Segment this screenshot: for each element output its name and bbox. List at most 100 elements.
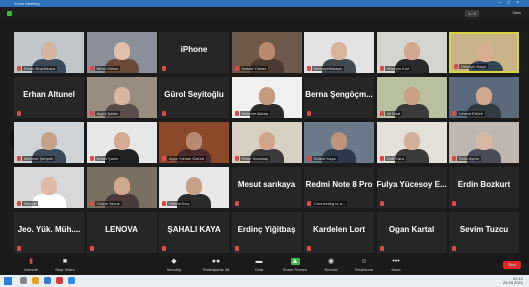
- participant-tile[interactable]: Nevzat: [14, 167, 84, 208]
- participant-name: Erdinç Yiğitbaş: [237, 225, 296, 234]
- participant-face: [258, 42, 275, 60]
- participant-tile[interactable]: Ali Ünal: [376, 77, 447, 118]
- reactions-label: Reactions: [355, 267, 373, 272]
- participant-tile[interactable]: Mehmet Akbaş: [231, 77, 302, 118]
- participant-tile[interactable]: Hasan Yılmaz: [231, 32, 302, 73]
- participant-label: Hasan Yılmaz: [239, 66, 269, 71]
- participant-tile[interactable]: Erdin Bozkurt: [449, 167, 519, 208]
- participant-tile[interactable]: Kardelen Lort: [304, 212, 374, 253]
- muted-microphone-icon: [234, 201, 239, 206]
- participant-name: Mesut sarıkaya: [237, 180, 296, 189]
- participant-tile[interactable]: Fulya Yücesoy E...: [376, 167, 447, 208]
- muted-microphone-icon: [89, 201, 94, 206]
- microphone-muted-icon: ▮: [29, 258, 33, 265]
- search-icon[interactable]: [20, 277, 27, 284]
- security-button[interactable]: ◆ Security: [161, 256, 187, 275]
- reactions-button[interactable]: ☺ Reactions: [350, 256, 378, 275]
- muted-microphone-icon: [17, 201, 21, 206]
- participant-tile[interactable]: Bülent Kaya: [304, 122, 374, 163]
- muted-microphone-icon: [17, 156, 21, 161]
- participant-tile[interactable]: LENOVA: [86, 212, 157, 253]
- participant-name: iPhone: [180, 45, 208, 54]
- participants-button[interactable]: ●● Participants 35: [200, 256, 232, 275]
- muted-microphone-icon: [162, 111, 166, 116]
- muted-microphone-icon: [452, 156, 456, 161]
- participant-tile[interactable]: Aygül Şahin: [86, 77, 157, 118]
- participant-tile[interactable]: Halil Kara: [376, 122, 447, 163]
- participant-tile[interactable]: Ömer Kocabaş: [231, 122, 302, 163]
- participant-face: [41, 132, 57, 150]
- participant-tile[interactable]: Erhan Altunel: [14, 77, 84, 118]
- unmute-button[interactable]: ▮ Unmute: [18, 256, 44, 275]
- end-meeting-button[interactable]: End: [503, 261, 521, 269]
- participant-tile[interactable]: Gülçin Yavuz: [86, 167, 157, 208]
- participant-label: Hüseyin Kurt: [384, 66, 412, 71]
- muted-microphone-icon: [162, 66, 166, 71]
- participant-tile[interactable]: Mehmet Şimşek: [14, 122, 84, 163]
- participant-label: Hüseyin Kaya: [459, 64, 488, 69]
- participant-tile[interactable]: İsmail Şahin: [86, 122, 157, 163]
- reactions-smiley-icon: ☺: [360, 258, 368, 265]
- participant-label: Bülent Kaya: [312, 156, 338, 161]
- record-button[interactable]: ◉ Record: [320, 256, 342, 275]
- participant-tile[interactable]: kemalçetinkaya: [304, 32, 374, 73]
- participant-label: Levent Ertürk: [457, 111, 485, 116]
- file-explorer-icon[interactable]: [32, 277, 39, 284]
- chat-button[interactable]: ▬ Chat: [248, 256, 270, 275]
- windows-start-icon[interactable]: [4, 277, 12, 285]
- share-screen-label: Share Screen: [282, 267, 308, 272]
- participant-face: [41, 42, 57, 60]
- shield-icon: ◆: [171, 258, 177, 265]
- participant-tile[interactable]: Ayşe Yılmaz Öztürk: [159, 122, 229, 163]
- participant-tile[interactable]: Hüseyin Kurt: [376, 32, 447, 73]
- participant-tile[interactable]: Redmi Note 8 Pro Connecting to a...: [304, 167, 374, 208]
- participant-face: [258, 87, 275, 105]
- participants-text: Participants: [202, 267, 224, 272]
- participant-name: Fulya Yücesoy E...: [376, 180, 447, 189]
- participant-tile[interactable]: Berna Şengöçm...: [304, 77, 374, 118]
- participant-face: [41, 177, 57, 195]
- edge-browser-icon[interactable]: [44, 277, 51, 284]
- window-controls[interactable]: –□×: [498, 0, 525, 7]
- more-button[interactable]: ••• More: [386, 256, 406, 275]
- share-screen-button[interactable]: ▲ Share Screen: [280, 256, 310, 275]
- muted-microphone-icon: [162, 201, 166, 206]
- muted-microphone-icon: [379, 201, 384, 206]
- window-titlebar: Zoom Meeting –□×: [0, 0, 529, 7]
- participant-tile[interactable]: Levent Ertürk: [449, 77, 519, 118]
- participant-tile[interactable]: ŞAHALI KAYA: [159, 212, 229, 253]
- page-indicator[interactable]: 1 / 2: [465, 10, 479, 17]
- muted-microphone-icon: [452, 246, 456, 251]
- muted-microphone-icon: [307, 66, 311, 71]
- participant-tile[interactable]: Ogan Kartal: [376, 212, 447, 253]
- participant-label: Gülçin Yavuz: [94, 201, 122, 206]
- participant-label: Halil Kara: [384, 156, 406, 161]
- more-label: More: [391, 267, 401, 272]
- participant-tile[interactable]: Jeo. Yük. Müh....: [14, 212, 84, 253]
- participant-tile[interactable]: Gürol Seyitoğlu: [159, 77, 229, 118]
- participant-tile[interactable]: Hüseyin Kaya: [449, 32, 519, 73]
- participant-tile[interactable]: Erdinç Yiğitbaş: [231, 212, 302, 253]
- participant-tile[interactable]: Nihal Göksu: [86, 32, 157, 73]
- participant-tile[interactable]: iPhone: [159, 32, 229, 73]
- muted-microphone-icon: [452, 111, 456, 116]
- clock-date: 29.04.2021: [502, 280, 523, 285]
- app-icon[interactable]: [56, 277, 63, 284]
- muted-microphone-icon: [162, 246, 166, 251]
- view-button[interactable]: View: [512, 10, 521, 15]
- muted-microphone-icon: [89, 111, 94, 116]
- participant-name: Gürol Seyitoğlu: [164, 90, 224, 99]
- participant-tile[interactable]: Ercan Büyükkaya: [14, 32, 84, 73]
- participant-tile[interactable]: Selin Aydın: [449, 122, 519, 163]
- zoom-app-icon[interactable]: [68, 277, 75, 284]
- participant-face: [258, 132, 275, 150]
- stop-video-button[interactable]: ■ Stop Video: [50, 256, 80, 275]
- participant-tile[interactable]: Sevim Tuzcu: [449, 212, 519, 253]
- encryption-shield-icon[interactable]: [7, 11, 12, 16]
- participant-face: [186, 132, 202, 150]
- muted-microphone-icon: [234, 156, 239, 161]
- muted-microphone-icon: [89, 66, 94, 71]
- participant-tile[interactable]: Mesut sarıkaya: [231, 167, 302, 208]
- stop-video-label: Stop Video: [55, 267, 75, 272]
- participant-tile[interactable]: Cemal Kılıç: [159, 167, 229, 208]
